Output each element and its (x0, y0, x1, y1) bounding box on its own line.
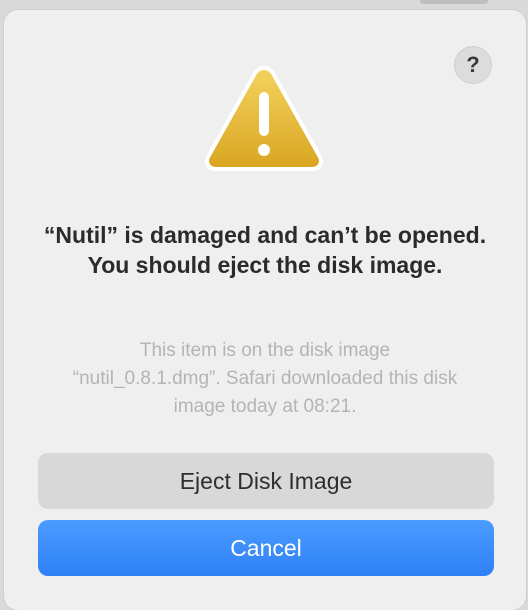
eject-button-label: Eject Disk Image (179, 467, 353, 494)
help-label: ? (466, 52, 480, 77)
background-window-tab (420, 0, 488, 4)
alert-dialog: ? “Nutil” is damaged and can’t be opened… (4, 10, 526, 610)
eject-disk-image-button[interactable]: Eject Disk Image (38, 453, 494, 509)
cancel-button-label: Cancel (230, 534, 302, 561)
alert-title: “Nutil” is damaged and can’t be opened. … (43, 222, 487, 278)
warning-icon (205, 66, 323, 171)
alert-message: This item is on the disk image “nutil_0.… (72, 340, 458, 417)
cancel-button[interactable]: Cancel (38, 520, 494, 576)
help-button[interactable]: ? (454, 46, 492, 84)
